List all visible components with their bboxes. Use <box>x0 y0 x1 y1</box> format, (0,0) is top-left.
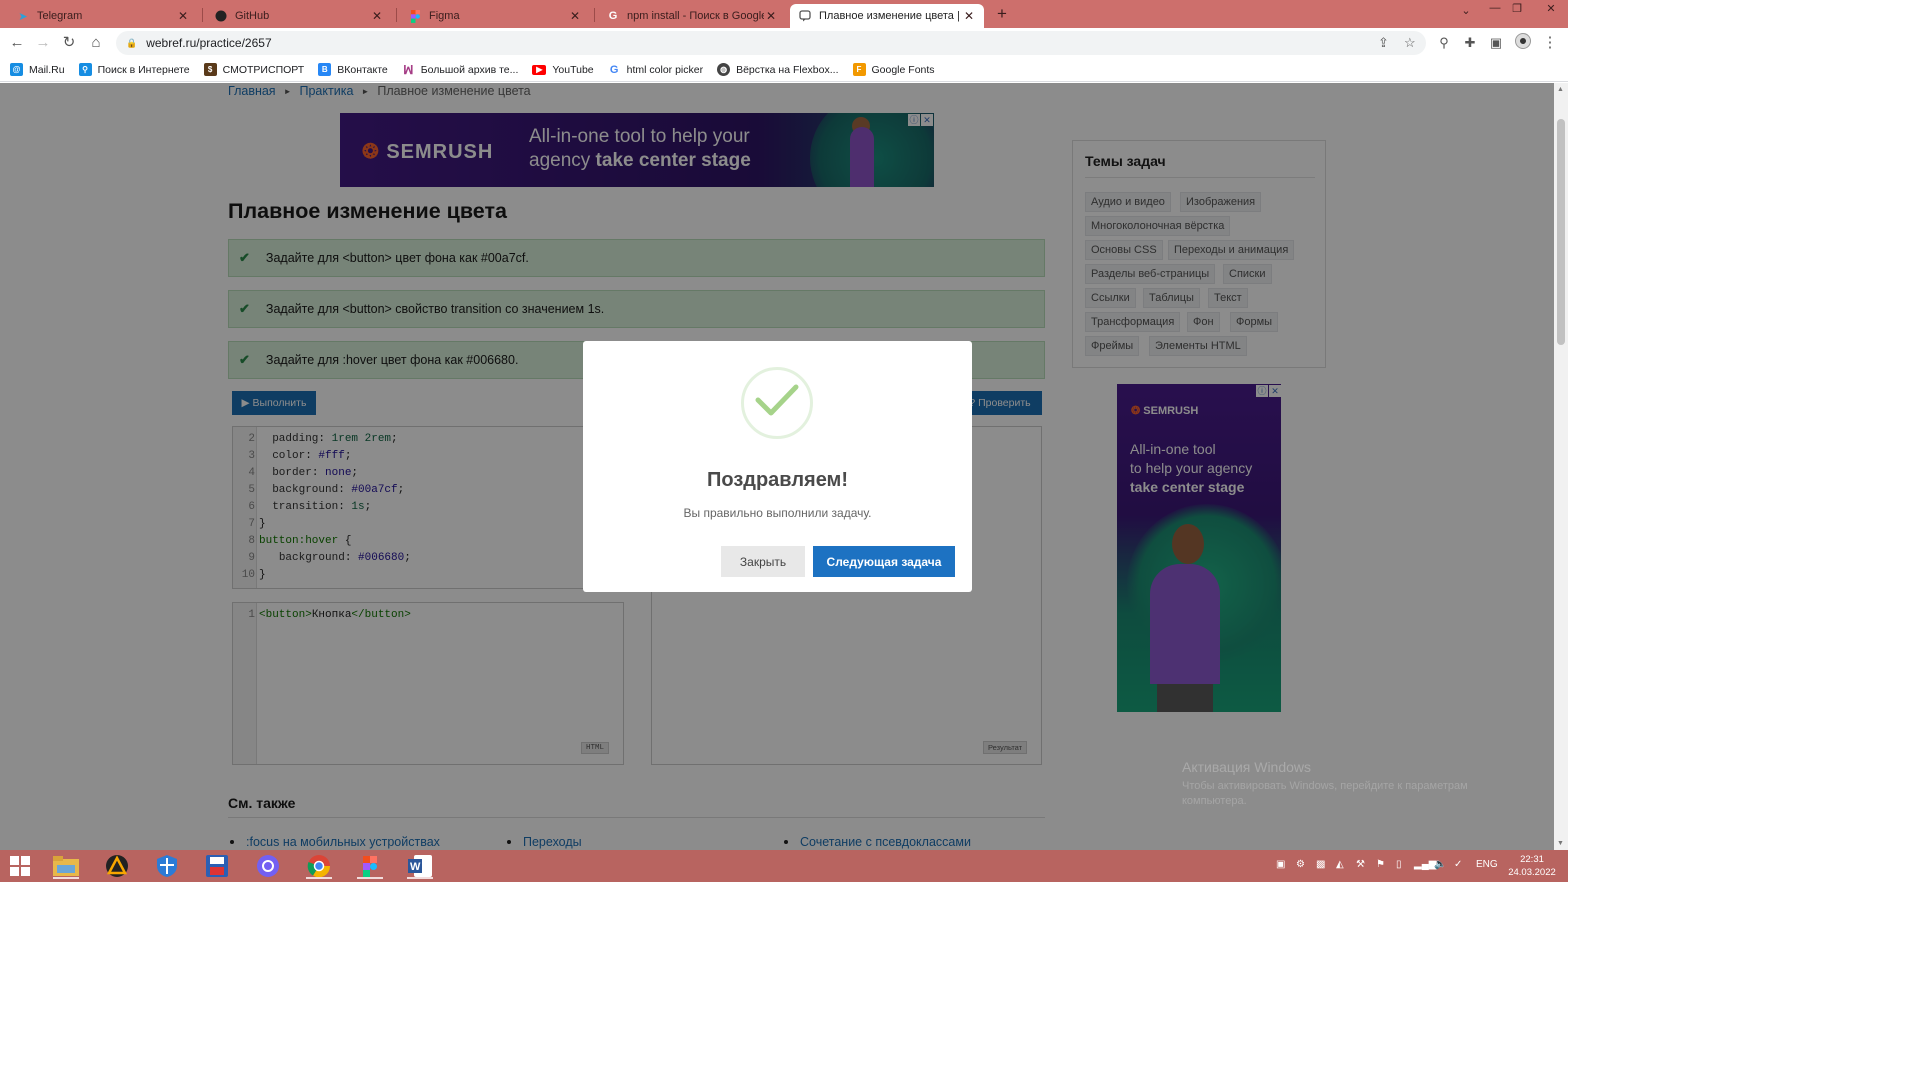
bookmark-youtube[interactable]: ▶ YouTube <box>532 64 594 76</box>
bookmark-smotrisport[interactable]: $ СМОТРИСПОРТ <box>203 63 304 76</box>
windows-activation-title: Активация Windows <box>1182 759 1312 775</box>
save-app-icon[interactable] <box>200 853 234 879</box>
next-task-button[interactable]: Следующая задача <box>813 546 955 577</box>
bookmark-vk[interactable]: B ВКонтакте <box>318 63 388 76</box>
clock[interactable]: 22:31 24.03.2022 <box>1506 853 1558 879</box>
bookmark-flexbox[interactable]: ◍ Вёрстка на Flexbox... <box>717 63 839 76</box>
mailru-icon: @ <box>10 63 23 76</box>
figma-icon[interactable] <box>353 853 387 879</box>
github-icon <box>214 9 228 23</box>
language-indicator[interactable]: ENG <box>1476 859 1498 870</box>
scrollbar-thumb[interactable] <box>1557 119 1565 345</box>
close-icon[interactable]: ✕ <box>764 9 778 23</box>
lock-icon: 🔒 <box>126 37 138 48</box>
profile-avatar[interactable] <box>1513 33 1533 53</box>
modal-title: Поздравляем! <box>706 469 849 491</box>
browser-tab-strip: ➤ Telegram ✕ GitHub ✕ Figma ✕ G npm inst… <box>0 0 1568 28</box>
archive-icon: ꟽ <box>401 62 415 77</box>
bookmark-search[interactable]: ⚲ Поиск в Интернете <box>78 63 190 76</box>
tray-icon[interactable]: ⚑ <box>1376 859 1385 870</box>
tab-telegram[interactable]: ➤ Telegram ✕ <box>8 4 198 28</box>
window-close-button[interactable]: ✕ <box>1540 2 1562 22</box>
smotrisport-icon: $ <box>203 63 217 76</box>
tray-icon[interactable]: ✓ <box>1454 859 1462 870</box>
page-icon <box>798 9 812 23</box>
vk-icon: B <box>318 63 332 76</box>
back-button[interactable]: ← <box>7 33 27 53</box>
share-icon[interactable]: ⇪ <box>1378 31 1389 55</box>
tab-figma[interactable]: Figma ✕ <box>400 4 590 28</box>
restore-button[interactable]: ❐ <box>1506 2 1528 22</box>
address-bar[interactable]: 🔒 webref.ru/practice/2657 ⇪ ☆ <box>116 31 1426 55</box>
bookmark-archive[interactable]: ꟽ Большой архив те... <box>401 62 518 77</box>
bookmark-google-fonts[interactable]: F Google Fonts <box>852 63 935 76</box>
chrome-icon[interactable] <box>302 853 336 879</box>
file-explorer-icon[interactable] <box>49 853 83 879</box>
reload-button[interactable]: ↻ <box>59 33 79 53</box>
menu-icon[interactable]: ⋮ <box>1540 33 1560 53</box>
start-icon[interactable] <box>3 853 37 879</box>
zoom-icon[interactable]: ⚲ <box>1434 33 1454 53</box>
close-icon[interactable]: ✕ <box>176 9 190 23</box>
home-button[interactable]: ⌂ <box>86 33 106 53</box>
bookmark-star-icon[interactable]: ☆ <box>1404 31 1416 55</box>
bookmark-color-picker[interactable]: Ghtml color picker <box>607 63 703 76</box>
tab-google-search[interactable]: G npm install - Поиск в Google ✕ <box>598 4 786 28</box>
tray-icon[interactable]: ⚙ <box>1296 859 1305 870</box>
google-fonts-icon: F <box>852 63 866 76</box>
defender-icon[interactable] <box>150 853 184 879</box>
google-icon: G <box>608 10 618 22</box>
screen: ➤ Telegram ✕ GitHub ✕ Figma ✕ G npm inst… <box>0 0 1568 882</box>
nvidia-icon[interactable]: ▩ <box>1316 859 1325 870</box>
browser-toolbar: ← → ↻ ⌂ 🔒 webref.ru/practice/2657 ⇪ ☆ ⚲ … <box>0 28 1568 58</box>
tray-icon[interactable]: ◭ <box>1336 859 1344 870</box>
battery-icon[interactable]: ▯ <box>1396 859 1402 870</box>
windows-taskbar: W ▣ ⚙ ▩ ◭ ⚒ ⚑ ▯ ▂▄▆ 🔈 ✓ ENG 22:31 24.03.2… <box>0 850 1568 882</box>
success-check-icon <box>741 367 813 439</box>
search-icon: ⚲ <box>78 63 92 76</box>
tab-github[interactable]: GitHub ✕ <box>206 4 392 28</box>
web-page: Главная ► Практика ► Плавное изменение ц… <box>0 83 1554 850</box>
page-scrollbar[interactable]: ▲ ▼ <box>1554 83 1568 850</box>
modal-text: Вы правильно выполнили задачу. <box>683 506 872 520</box>
minimize-button[interactable]: — <box>1484 2 1506 22</box>
viber-icon[interactable] <box>251 853 285 879</box>
bookmarks-bar: @ Mail.Ru ⚲ Поиск в Интернете $ СМОТРИСПОРТ… <box>0 58 1568 82</box>
close-icon[interactable]: ✕ <box>568 9 582 23</box>
tab-search-icon[interactable]: ⌄ <box>1455 4 1477 24</box>
new-tab-button[interactable]: + <box>992 4 1012 24</box>
tab-active-practice[interactable]: Плавное изменение цвета | Пр ✕ <box>790 4 984 28</box>
google-icon: G <box>607 63 621 76</box>
volume-icon[interactable]: 🔈 <box>1434 859 1446 870</box>
tray-icon[interactable]: ▣ <box>1276 859 1285 870</box>
avast-icon[interactable] <box>100 853 134 879</box>
side-panel-icon[interactable]: ▣ <box>1486 33 1506 53</box>
telegram-icon: ➤ <box>18 10 28 23</box>
windows-activation-text: Чтобы активировать Windows, перейдите к … <box>1182 780 1468 807</box>
success-modal: Поздравляем! Вы правильно выполнили зада… <box>583 341 972 592</box>
tray-icon[interactable]: ⚒ <box>1356 859 1365 870</box>
close-icon[interactable]: ✕ <box>370 9 384 23</box>
svg-text:W: W <box>410 861 421 873</box>
extensions-icon[interactable]: ✚ <box>1460 33 1480 53</box>
forward-button[interactable]: → <box>33 33 53 53</box>
close-icon[interactable]: ✕ <box>962 9 976 23</box>
figma-icon <box>408 9 422 23</box>
globe-icon: ◍ <box>717 63 731 76</box>
word-icon[interactable]: W <box>403 853 437 879</box>
close-button[interactable]: Закрыть <box>721 546 805 577</box>
url-text: webref.ru/practice/2657 <box>146 36 272 50</box>
youtube-icon: ▶ <box>532 64 547 75</box>
bookmark-mailru[interactable]: @ Mail.Ru <box>10 63 65 76</box>
